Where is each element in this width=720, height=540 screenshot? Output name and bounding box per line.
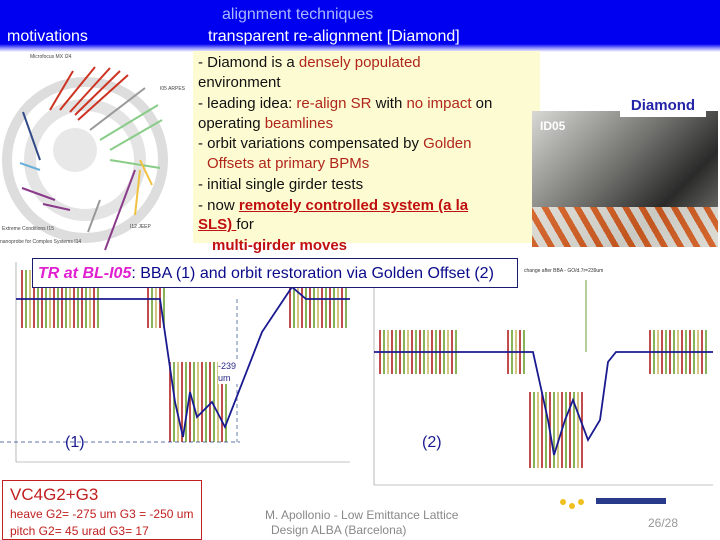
svg-text:I12 JEEP: I12 JEEP <box>130 224 152 230</box>
bullet-2-cont: operating beamlines <box>198 115 334 132</box>
bullet-3: - orbit variations compensated by Golden <box>198 135 472 152</box>
page-number: 26/28 <box>648 516 679 530</box>
plot2-title: change after BBA - GO/d.7r=239um <box>524 268 604 274</box>
svg-text:Extreme Conditions I15: Extreme Conditions I15 <box>2 226 54 232</box>
orbit-plot-2 <box>373 270 713 486</box>
tr-text: TR at BL-I05: BBA (1) and orbit restorat… <box>38 265 494 282</box>
photo-label: ID05 <box>540 119 566 133</box>
heave-values: heave G2= -275 um G3 = -250 um <box>10 507 194 521</box>
section-title: motivations <box>7 28 88 45</box>
orbit-plot-1 <box>0 262 350 463</box>
plot-label-2: (2) <box>422 434 442 451</box>
beamline-ring-diagram: Microfocus MX I24 I05 ARPES Extreme Condit… <box>0 54 186 251</box>
pitch-values: pitch G2= 45 urad G3= 17 <box>10 524 149 538</box>
plot-label-1: (1) <box>65 434 85 451</box>
slide-supertitle: alignment techniques <box>222 6 374 23</box>
svg-text:Microfocus MX I24: Microfocus MX I24 <box>30 54 72 60</box>
offset-annotation: -239 um <box>218 360 240 384</box>
bullet-4: - initial single girder tests <box>198 176 364 193</box>
bullet-1-cont: environment <box>198 74 281 91</box>
bullet-2: - leading idea: re-align SR with no impa… <box>198 95 493 112</box>
girder-move-title: VC4G2+G3 <box>10 485 99 504</box>
svg-text:nanoprobe for Complex Systems: nanoprobe for Complex Systems I14 <box>0 239 81 245</box>
diamond-logo <box>560 498 666 509</box>
girder-move-box: VC4G2+G3 heave G2= -275 um G3 = -250 um … <box>2 480 202 540</box>
bullet-5-cont: SLS) for <box>198 216 254 233</box>
bullet-1: - Diamond is a densely populated <box>198 54 421 71</box>
footer-text: M. Apollonio - Low Emittance Lattice Desi… <box>265 508 459 537</box>
bullet-3-cont: Offsets at primary BPMs <box>207 155 370 172</box>
svg-text:I05 ARPES: I05 ARPES <box>160 86 186 92</box>
photo-caption: Diamond <box>620 95 706 117</box>
bullet-6: multi-girder moves <box>212 237 348 254</box>
slide-title: transparent re-alignment [Diamond] <box>208 28 460 45</box>
bullet-5: - now remotely controlled system (a la <box>198 197 469 214</box>
id05-photo: ID05 <box>532 111 718 247</box>
